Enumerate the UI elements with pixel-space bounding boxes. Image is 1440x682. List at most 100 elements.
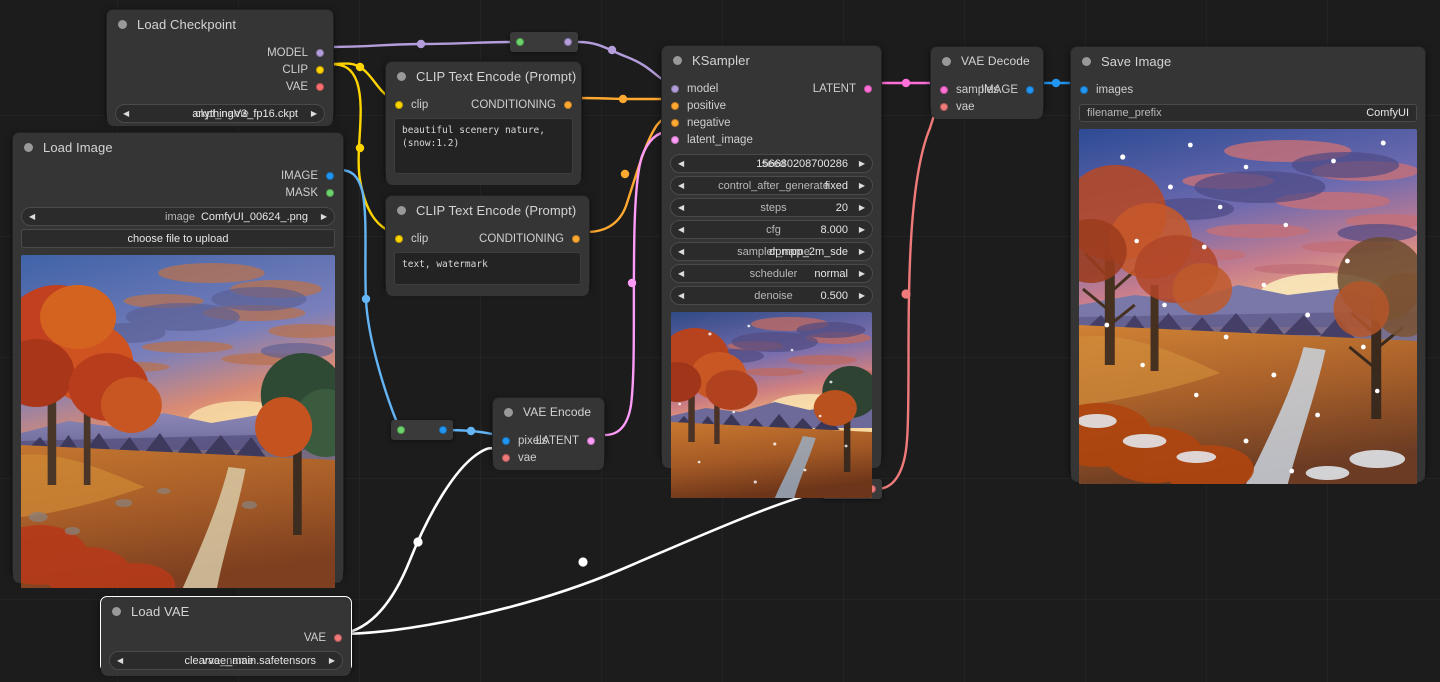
collapse-dot-icon[interactable] bbox=[397, 72, 406, 81]
chevron-right-icon[interactable]: ▶ bbox=[311, 110, 317, 118]
widget-denoise[interactable]: ◀ denoise 0.500 ▶ bbox=[670, 286, 873, 305]
output-slot-vae[interactable]: VAE bbox=[286, 78, 324, 95]
chevron-left-icon[interactable]: ◀ bbox=[29, 213, 35, 221]
slot-dot-latent[interactable] bbox=[864, 85, 872, 93]
output-slot-image[interactable]: IMAGE bbox=[981, 81, 1034, 98]
chevron-right-icon[interactable]: ▶ bbox=[859, 182, 865, 190]
image-preview-ksampler[interactable] bbox=[671, 312, 872, 498]
chevron-left-icon[interactable]: ◀ bbox=[117, 657, 123, 665]
slot-dot-vae[interactable] bbox=[502, 454, 510, 462]
node-title-bar[interactable]: Load VAE bbox=[101, 597, 351, 625]
widget-scheduler[interactable]: ◀ scheduler normal ▶ bbox=[670, 264, 873, 283]
widget-seed[interactable]: ◀ seed 156680208700286 ▶ bbox=[670, 154, 873, 173]
collapse-dot-icon[interactable] bbox=[504, 408, 513, 417]
chevron-right-icon[interactable]: ▶ bbox=[329, 657, 335, 665]
comfyui-graph-canvas[interactable]: Load Checkpoint MODEL CLIP VAE bbox=[0, 0, 1440, 682]
node-title-bar[interactable]: CLIP Text Encode (Prompt) bbox=[386, 62, 581, 90]
slot-dot-conditioning[interactable] bbox=[671, 119, 679, 127]
input-slot-positive[interactable]: positive bbox=[671, 97, 726, 114]
collapse-dot-icon[interactable] bbox=[397, 206, 406, 215]
slot-dot-clip[interactable] bbox=[395, 235, 403, 243]
reroute-node-model[interactable] bbox=[510, 32, 578, 52]
slot-dot-model[interactable] bbox=[671, 85, 679, 93]
prompt-textarea-negative[interactable]: text, watermark bbox=[394, 252, 581, 285]
slot-dot-clip[interactable] bbox=[316, 66, 324, 74]
slot-dot-clip[interactable] bbox=[395, 101, 403, 109]
node-title-bar[interactable]: Save Image bbox=[1071, 47, 1425, 75]
output-slot-vae[interactable]: VAE bbox=[304, 629, 342, 646]
collapse-dot-icon[interactable] bbox=[942, 57, 951, 66]
slot-dot-mask[interactable] bbox=[326, 189, 334, 197]
input-slot-clip[interactable]: clip bbox=[395, 96, 428, 113]
slot-dot-image[interactable] bbox=[326, 172, 334, 180]
slot-dot-latent[interactable] bbox=[671, 136, 679, 144]
collapse-dot-icon[interactable] bbox=[112, 607, 121, 616]
chevron-right-icon[interactable]: ▶ bbox=[859, 292, 865, 300]
slot-dot-latent[interactable] bbox=[587, 437, 595, 445]
node-vae-decode[interactable]: VAE Decode samples IMAGE vae bbox=[930, 46, 1044, 112]
reroute-input-dot[interactable] bbox=[516, 38, 524, 46]
slot-dot-pixels[interactable] bbox=[502, 437, 510, 445]
chevron-left-icon[interactable]: ◀ bbox=[678, 248, 684, 256]
widget-control-after-generate[interactable]: ◀ control_after_generate fixed ▶ bbox=[670, 176, 873, 195]
node-title-bar[interactable]: CLIP Text Encode (Prompt) bbox=[386, 196, 589, 224]
chevron-left-icon[interactable]: ◀ bbox=[123, 110, 129, 118]
chevron-left-icon[interactable]: ◀ bbox=[678, 270, 684, 278]
slot-dot-image[interactable] bbox=[1080, 86, 1088, 94]
widget-steps[interactable]: ◀ steps 20 ▶ bbox=[670, 198, 873, 217]
collapse-dot-icon[interactable] bbox=[673, 56, 682, 65]
output-slot-latent[interactable]: LATENT bbox=[536, 432, 595, 449]
output-slot-mask[interactable]: MASK bbox=[285, 184, 334, 201]
output-slot-clip[interactable]: CLIP bbox=[282, 61, 324, 78]
node-ksampler[interactable]: KSampler model LATENT positive bbox=[661, 45, 882, 461]
widget-sampler-name[interactable]: ◀ sampler_name dpmpp_2m_sde ▶ bbox=[670, 242, 873, 261]
output-slot-model[interactable]: MODEL bbox=[267, 44, 324, 61]
widget-filename-prefix[interactable]: filename_prefix ComfyUI bbox=[1079, 104, 1417, 122]
output-slot-conditioning[interactable]: CONDITIONING bbox=[471, 96, 572, 113]
chevron-right-icon[interactable]: ▶ bbox=[321, 213, 327, 221]
collapse-dot-icon[interactable] bbox=[118, 20, 127, 29]
widget-image-name[interactable]: ◀ image ComfyUI_00624_.png ▶ bbox=[21, 207, 335, 226]
node-title-bar[interactable]: VAE Encode bbox=[493, 398, 604, 426]
chevron-right-icon[interactable]: ▶ bbox=[859, 226, 865, 234]
slot-dot-vae[interactable] bbox=[940, 103, 948, 111]
output-slot-conditioning[interactable]: CONDITIONING bbox=[479, 230, 580, 247]
slot-dot-latent[interactable] bbox=[940, 86, 948, 94]
input-slot-negative[interactable]: negative bbox=[671, 114, 730, 131]
chevron-left-icon[interactable]: ◀ bbox=[678, 160, 684, 168]
input-slot-images[interactable]: images bbox=[1080, 81, 1133, 98]
node-title-bar[interactable]: KSampler bbox=[662, 46, 881, 74]
input-slot-latent-image[interactable]: latent_image bbox=[671, 131, 753, 148]
reroute-input-dot[interactable] bbox=[397, 426, 405, 434]
slot-dot-vae[interactable] bbox=[316, 83, 324, 91]
chevron-right-icon[interactable]: ▶ bbox=[859, 248, 865, 256]
widget-ckpt-name[interactable]: ◀ ckpt_name anythingV3_fp16.ckpt ▶ bbox=[115, 104, 325, 123]
node-load-image[interactable]: Load Image IMAGE MASK ◀ image ComfyUI_00… bbox=[12, 132, 344, 576]
choose-file-to-upload-button[interactable]: choose file to upload bbox=[21, 229, 335, 248]
image-preview-save-image[interactable] bbox=[1079, 129, 1417, 484]
node-load-checkpoint[interactable]: Load Checkpoint MODEL CLIP VAE bbox=[106, 9, 334, 119]
input-slot-clip[interactable]: clip bbox=[395, 230, 428, 247]
reroute-node-image[interactable] bbox=[391, 420, 453, 440]
slot-dot-conditioning[interactable] bbox=[572, 235, 580, 243]
chevron-left-icon[interactable]: ◀ bbox=[678, 226, 684, 234]
prompt-textarea-positive[interactable]: beautiful scenery nature, (snow:1.2) bbox=[394, 118, 573, 174]
input-slot-vae[interactable]: vae bbox=[940, 98, 975, 115]
node-title-bar[interactable]: VAE Decode bbox=[931, 47, 1043, 75]
slot-dot-image[interactable] bbox=[1026, 86, 1034, 94]
slot-dot-vae[interactable] bbox=[334, 634, 342, 642]
slot-dot-conditioning[interactable] bbox=[564, 101, 572, 109]
chevron-left-icon[interactable]: ◀ bbox=[678, 292, 684, 300]
collapse-dot-icon[interactable] bbox=[24, 143, 33, 152]
collapse-dot-icon[interactable] bbox=[1082, 57, 1091, 66]
slot-dot-conditioning[interactable] bbox=[671, 102, 679, 110]
image-preview-load-image[interactable] bbox=[21, 255, 335, 588]
widget-cfg[interactable]: ◀ cfg 8.000 ▶ bbox=[670, 220, 873, 239]
input-slot-vae[interactable]: vae bbox=[502, 449, 537, 466]
node-clip-text-encode-positive[interactable]: CLIP Text Encode (Prompt) clip CONDITION… bbox=[385, 61, 582, 178]
chevron-left-icon[interactable]: ◀ bbox=[678, 182, 684, 190]
node-vae-encode[interactable]: VAE Encode pixels LATENT vae bbox=[492, 397, 605, 463]
chevron-right-icon[interactable]: ▶ bbox=[859, 204, 865, 212]
node-load-vae[interactable]: Load VAE VAE ◀ vae_name clearvae_main.sa… bbox=[100, 596, 352, 672]
node-clip-text-encode-negative[interactable]: CLIP Text Encode (Prompt) clip CONDITION… bbox=[385, 195, 590, 289]
